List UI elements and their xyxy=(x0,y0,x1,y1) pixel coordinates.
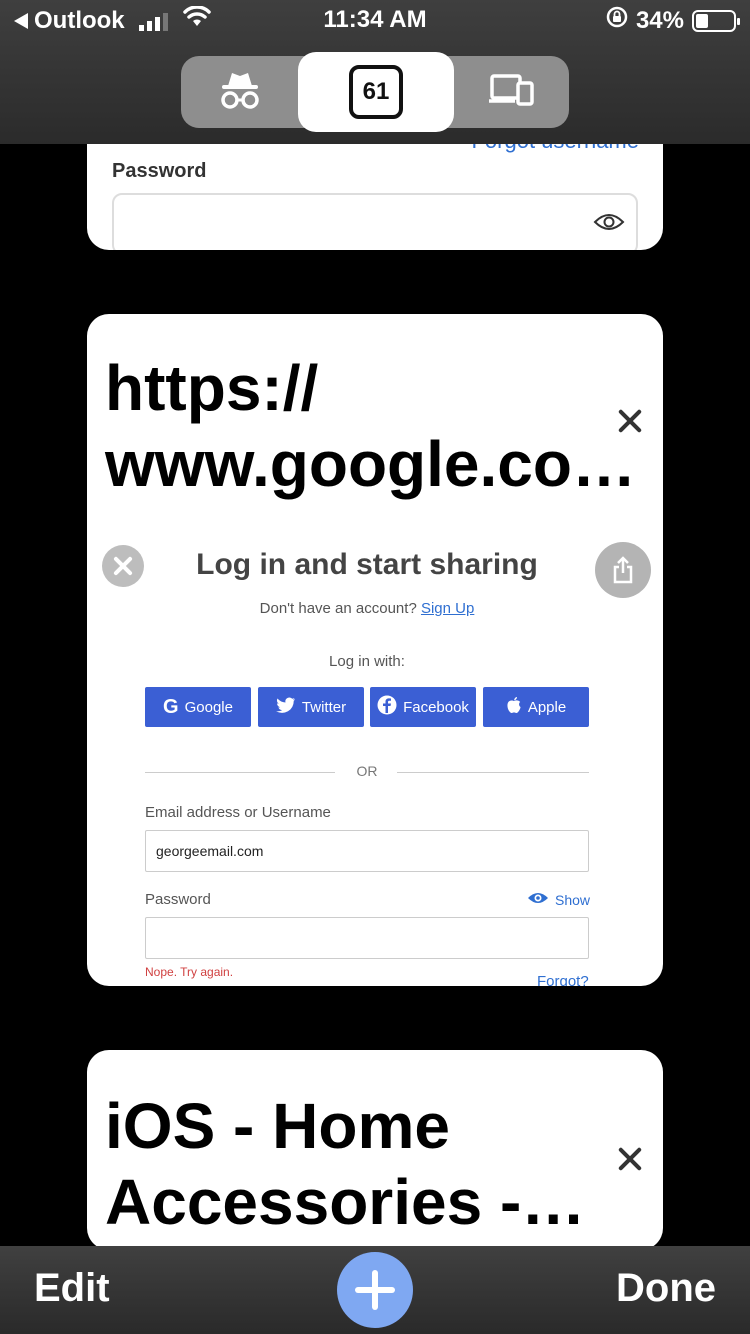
private-tabs-button[interactable] xyxy=(181,56,299,128)
standard-tabs-button[interactable]: 61 xyxy=(298,52,454,132)
show-password: Show xyxy=(527,891,590,908)
google-icon: G xyxy=(163,695,179,718)
tab-card-ios[interactable]: iOS - Home Accessories -… xyxy=(87,1050,663,1250)
tab-title: iOS - Home Accessories -… xyxy=(105,1090,586,1238)
or-text: OR xyxy=(356,763,378,779)
close-tab-icon[interactable] xyxy=(615,406,645,436)
status-bar: Outlook 11:34 AM 34% xyxy=(0,5,750,36)
password-label-preview: Password xyxy=(145,891,211,908)
twitter-button: Twitter xyxy=(258,687,364,727)
edit-button[interactable]: Edit xyxy=(34,1266,110,1311)
apple-button: Apple xyxy=(483,687,589,727)
eye-icon xyxy=(593,212,625,237)
tab-count: 61 xyxy=(349,65,403,119)
facebook-icon xyxy=(377,695,397,719)
devices-icon xyxy=(487,73,535,112)
rotation-lock-icon xyxy=(606,6,628,35)
twitter-label: Twitter xyxy=(301,698,347,716)
incognito-icon xyxy=(218,70,262,115)
signup-row: Don't have an account? Sign Up xyxy=(87,600,647,617)
preview-heading: Log in and start sharing xyxy=(196,548,538,581)
tab-card-google[interactable]: https:// www.google.co… Log in and start… xyxy=(87,314,663,986)
header: Outlook 11:34 AM 34% 61 xyxy=(0,0,750,144)
password-field-preview xyxy=(112,193,638,250)
sign-up-link: Sign Up xyxy=(420,600,475,617)
twitter-icon xyxy=(275,697,296,717)
facebook-label: Facebook xyxy=(403,698,469,716)
tab-group-switcher: 61 xyxy=(181,52,569,132)
or-divider: OR xyxy=(145,762,589,782)
apple-label: Apple xyxy=(527,698,567,716)
eye-icon xyxy=(527,891,549,908)
google-button: G Google xyxy=(145,687,251,727)
email-field-preview: georgeemail.com xyxy=(145,830,589,872)
email-label: Email address or Username xyxy=(145,804,331,821)
apple-icon xyxy=(506,696,522,718)
social-buttons: G Google Twitter Facebook Apple xyxy=(145,687,589,727)
password-label: Password xyxy=(112,160,207,182)
show-label: Show xyxy=(555,891,591,908)
done-button[interactable]: Done xyxy=(616,1266,716,1311)
synced-tabs-button[interactable] xyxy=(453,56,569,128)
log-in-with-label: Log in with: xyxy=(329,653,405,670)
status-right: 34% xyxy=(606,6,740,35)
tab-preview: Log in and start sharing Don't have an a… xyxy=(87,534,663,986)
bottom-toolbar: Edit Done xyxy=(0,1246,750,1334)
password-field-preview xyxy=(145,917,589,959)
google-label: Google xyxy=(184,698,233,716)
new-tab-plus-icon[interactable] xyxy=(337,1252,413,1328)
close-tab-icon[interactable] xyxy=(615,1144,645,1174)
battery-percent: 34% xyxy=(635,6,684,34)
forgot-link: Forgot? xyxy=(537,973,589,986)
battery-icon xyxy=(692,9,740,32)
error-message: Nope. Try again. xyxy=(145,965,234,979)
facebook-button: Facebook xyxy=(370,687,476,727)
no-account-text: Don't have an account? xyxy=(259,600,417,617)
tab-title: https:// www.google.co… xyxy=(105,352,636,500)
